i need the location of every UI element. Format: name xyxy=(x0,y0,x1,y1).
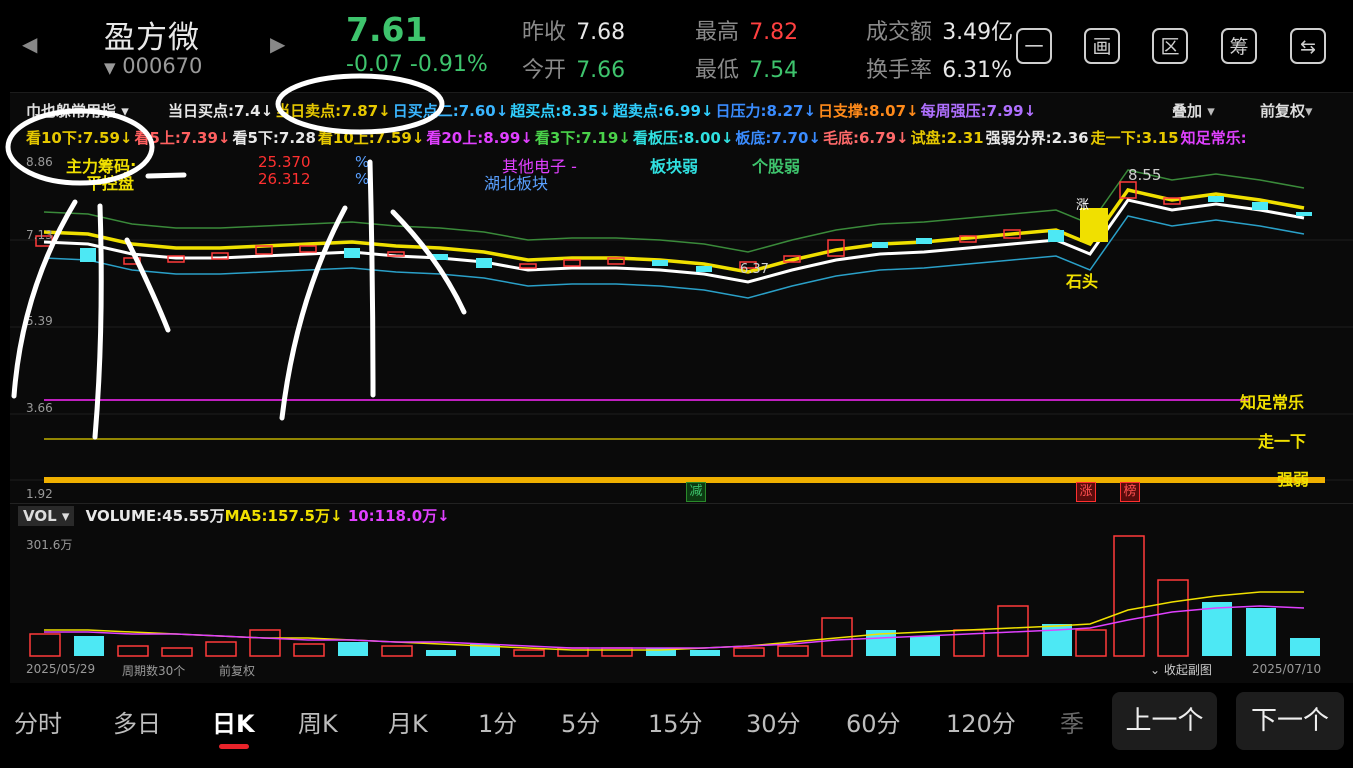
stroke-mark xyxy=(367,159,376,398)
circle-mark xyxy=(275,73,445,135)
stroke-mark xyxy=(124,237,171,333)
circle-mark xyxy=(5,108,155,186)
stroke-mark xyxy=(279,205,348,421)
stroke-mark xyxy=(11,199,78,399)
stroke-mark xyxy=(145,172,187,179)
handwriting-overlay xyxy=(5,73,467,440)
stroke-mark xyxy=(390,209,467,315)
stroke-mark xyxy=(92,203,104,440)
